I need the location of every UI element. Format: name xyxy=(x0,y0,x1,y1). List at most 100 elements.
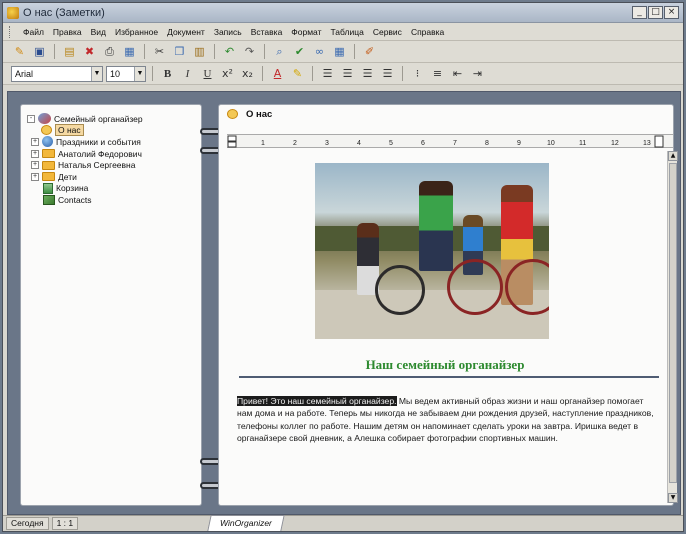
expand-icon[interactable]: + xyxy=(31,161,39,170)
bulleted-list-icon[interactable]: ⁝ xyxy=(409,66,426,82)
title-bar[interactable]: О нас (Заметки) _ □ × xyxy=(3,3,683,23)
font-size-select[interactable]: 10 ▼ xyxy=(106,65,146,82)
font-color-icon[interactable]: A xyxy=(269,66,286,82)
vertical-scrollbar[interactable]: ▲ ▼ xyxy=(667,151,678,503)
align-justify-icon[interactable]: ☰ xyxy=(379,66,396,82)
tree-item-label: Дети xyxy=(58,171,77,182)
ruler[interactable]: 1 2 3 4 5 6 7 8 9 10 11 12 13 xyxy=(227,134,673,148)
paste-icon[interactable]: ▥ xyxy=(191,44,208,60)
highlight-icon[interactable]: ✎ xyxy=(289,66,306,82)
redo-icon[interactable]: ↷ xyxy=(241,44,258,60)
contacts-icon xyxy=(43,194,55,205)
menu-format[interactable]: Формат xyxy=(291,27,321,37)
spellcheck-icon[interactable]: ✔ xyxy=(291,44,308,60)
tree-item-contacts[interactable]: Contacts xyxy=(27,194,195,206)
indent-increase-icon[interactable]: ⇥ xyxy=(469,66,486,82)
chevron-down-icon[interactable]: ▼ xyxy=(91,66,102,81)
print-preview-icon[interactable]: ▦ xyxy=(121,44,138,60)
expand-icon[interactable]: + xyxy=(31,172,39,181)
menu-help[interactable]: Справка xyxy=(411,27,444,37)
ruler-mark: 6 xyxy=(421,140,425,147)
collapse-icon[interactable]: - xyxy=(27,114,35,123)
link-icon[interactable]: ∞ xyxy=(311,44,328,60)
expand-icon[interactable]: + xyxy=(31,149,39,158)
save-icon[interactable]: ▣ xyxy=(31,44,48,60)
ruler-ticks: 1 2 3 4 5 6 7 8 9 10 11 12 13 xyxy=(227,135,664,148)
numbered-list-icon[interactable]: ≡ xyxy=(429,66,446,82)
menu-file[interactable]: Файл xyxy=(23,27,44,37)
window-title: О нас (Заметки) xyxy=(23,6,105,19)
globe-icon xyxy=(42,136,53,148)
tree-item-anatoly[interactable]: + Анатолий Федорович xyxy=(27,148,195,160)
indent-decrease-icon[interactable]: ⇤ xyxy=(449,66,466,82)
status-position: 1 : 1 xyxy=(51,517,79,530)
menu-table[interactable]: Таблица xyxy=(331,27,364,37)
scroll-up-icon[interactable]: ▲ xyxy=(668,151,678,161)
undo-icon[interactable]: ↶ xyxy=(221,44,238,60)
indent-marker-icon xyxy=(227,141,237,148)
bold-button[interactable]: B xyxy=(159,66,176,82)
note-icon xyxy=(41,125,52,136)
expand-icon[interactable]: + xyxy=(31,137,39,146)
font-select[interactable]: Arial ▼ xyxy=(11,65,103,82)
align-center-icon[interactable]: ☰ xyxy=(339,66,356,82)
menu-insert[interactable]: Вставка xyxy=(251,27,283,37)
brush-icon[interactable]: ✐ xyxy=(361,44,378,60)
chevron-down-icon[interactable]: ▼ xyxy=(134,66,145,81)
toolbar-separator xyxy=(214,44,215,59)
find-icon[interactable]: ⌕ xyxy=(271,44,288,60)
toolbar-grip[interactable] xyxy=(9,25,12,38)
toolbar-separator xyxy=(152,66,153,81)
tree-item-root[interactable]: - Семейный органайзер xyxy=(27,113,195,125)
heading-divider xyxy=(239,376,659,378)
ruler-labels: 1 2 3 4 5 6 7 8 9 10 11 12 13 xyxy=(261,140,651,147)
tree-item-children[interactable]: + Дети xyxy=(27,171,195,183)
trash-icon xyxy=(43,182,53,194)
scroll-down-icon[interactable]: ▼ xyxy=(668,493,678,503)
menu-document[interactable]: Документ xyxy=(167,27,205,37)
align-right-icon[interactable]: ☰ xyxy=(359,66,376,82)
bicycle-wheel xyxy=(447,259,503,315)
superscript-icon[interactable]: x² xyxy=(219,66,236,82)
menu-view[interactable]: Вид xyxy=(91,27,106,37)
tree-item-trash[interactable]: Корзина xyxy=(27,182,195,195)
menu-record[interactable]: Запись xyxy=(214,27,242,37)
close-button[interactable]: × xyxy=(664,6,679,19)
new-note-icon[interactable]: ✎ xyxy=(11,44,28,60)
tree-item-label: Contacts xyxy=(58,194,92,205)
ruler-mark: 4 xyxy=(357,140,361,147)
cut-icon[interactable]: ✂ xyxy=(151,44,168,60)
tab-winorganizer[interactable]: WinOrganizer xyxy=(207,515,285,531)
minimize-button[interactable]: _ xyxy=(632,6,647,19)
subscript-icon[interactable]: x₂ xyxy=(239,66,256,82)
format-toolbar: Arial ▼ 10 ▼ B I U x² x₂ A ✎ ☰ ☰ ☰ ☰ ⁝ ≡… xyxy=(3,63,683,85)
align-left-icon[interactable]: ☰ xyxy=(319,66,336,82)
table-icon[interactable]: ▦ xyxy=(331,44,348,60)
note-editor[interactable]: Наш семейный органайзер Привет! Это наш … xyxy=(227,151,663,503)
tree-item-holidays[interactable]: + Праздники и события xyxy=(27,136,195,148)
print-icon[interactable]: ⎙ xyxy=(101,44,118,60)
delete-icon[interactable]: ✖ xyxy=(81,44,98,60)
menu-tools[interactable]: Сервис xyxy=(373,27,402,37)
indent-marker-icon xyxy=(227,135,237,142)
ruler-mark: 13 xyxy=(643,140,651,147)
ruler-mark: 8 xyxy=(485,140,489,147)
tree-item-label: Праздники и события xyxy=(56,136,141,147)
scroll-thumb[interactable] xyxy=(669,163,677,483)
photo-person xyxy=(419,181,453,271)
copy-icon[interactable]: ❐ xyxy=(171,44,188,60)
tree-item-label: Анатолий Федорович xyxy=(58,148,142,159)
menu-bar: Файл Правка Вид Избранное Документ Запис… xyxy=(3,23,683,41)
menu-favorites[interactable]: Избранное xyxy=(115,27,158,37)
tree-item-natalia[interactable]: + Наталья Сергеевна xyxy=(27,159,195,171)
app-icon xyxy=(7,6,19,19)
tree-item-label: Семейный органайзер xyxy=(54,113,143,124)
italic-button[interactable]: I xyxy=(179,66,196,82)
menu-edit[interactable]: Правка xyxy=(53,27,82,37)
maximize-button[interactable]: □ xyxy=(648,6,663,19)
note-header: О нас xyxy=(219,105,673,123)
insert-icon[interactable]: ▤ xyxy=(61,44,78,60)
underline-button[interactable]: U xyxy=(199,66,216,82)
tree-item-about[interactable]: О нас xyxy=(27,124,195,137)
tree-item-label: Корзина xyxy=(56,183,89,194)
